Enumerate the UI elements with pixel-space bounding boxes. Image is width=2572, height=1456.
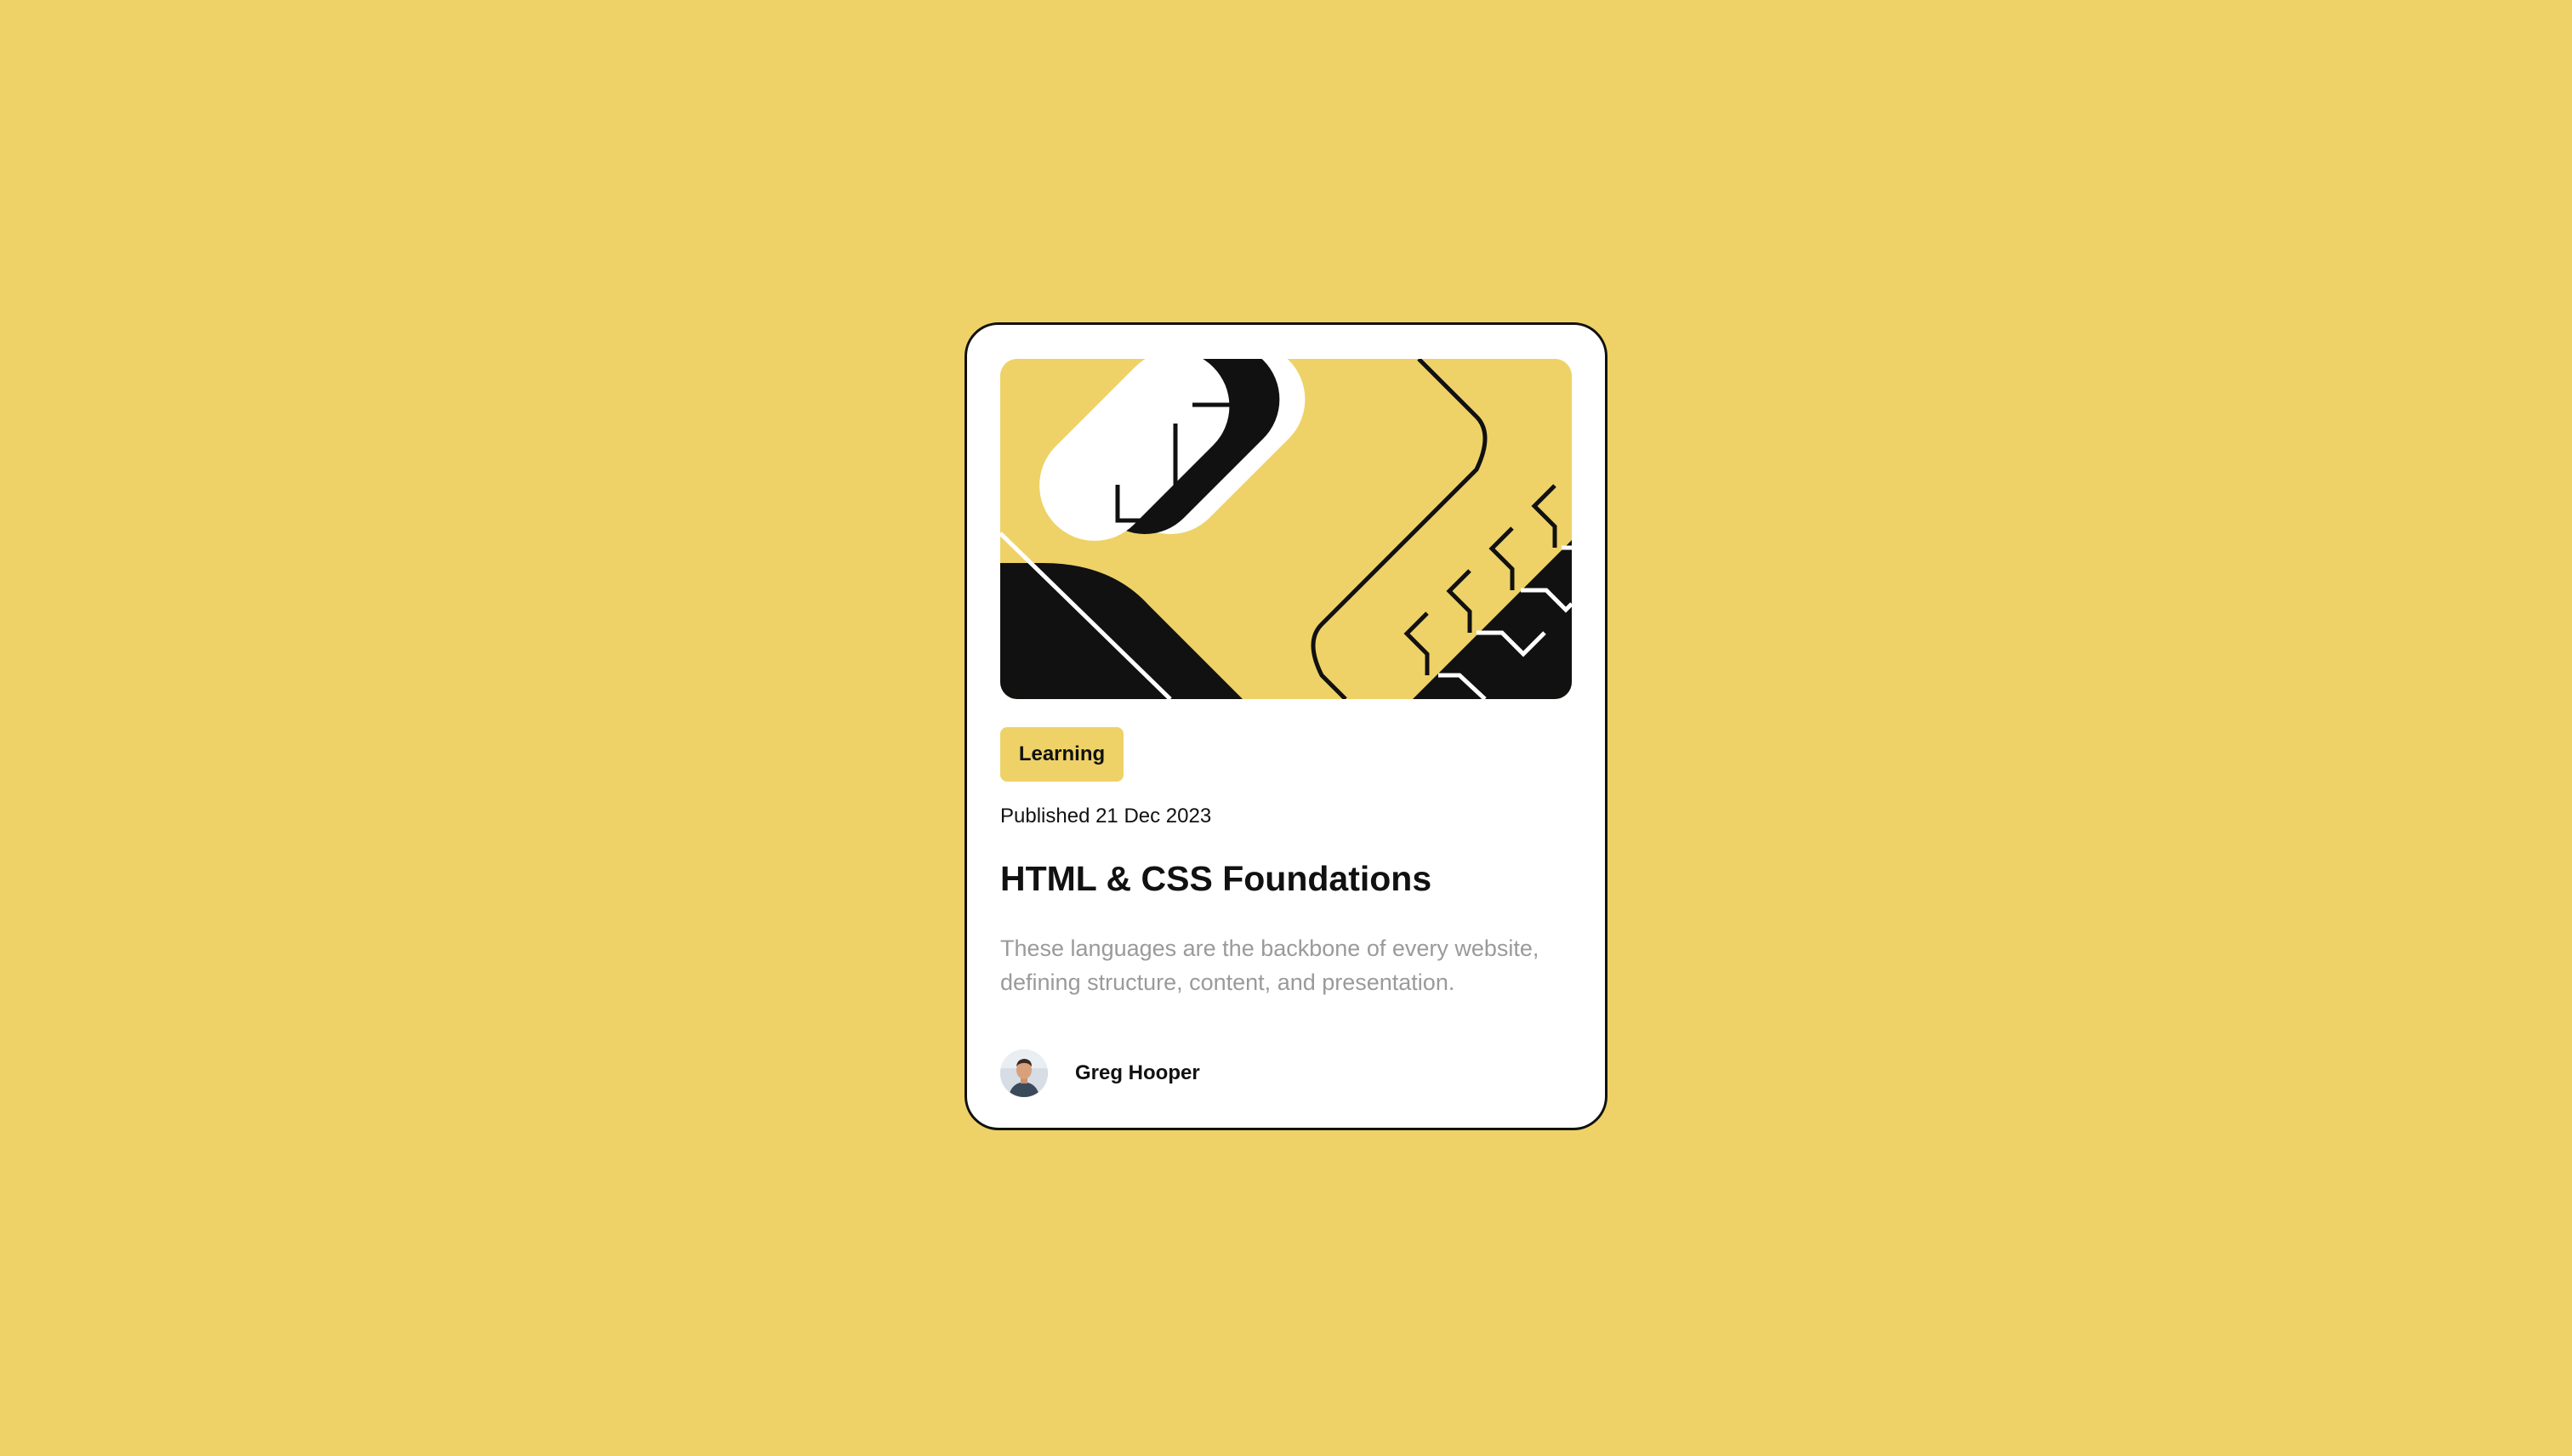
avatar: [1000, 1049, 1048, 1097]
author-name: Greg Hooper: [1075, 1061, 1200, 1084]
card-title[interactable]: HTML & CSS Foundations: [1000, 858, 1431, 900]
blog-preview-card: Learning Published 21 Dec 2023 HTML & CS…: [964, 322, 1608, 1130]
abstract-illustration: [1000, 359, 1572, 699]
card-description: These languages are the backbone of ever…: [1000, 936, 1539, 995]
avatar-photo-icon: [1000, 1049, 1048, 1097]
hero-illustration: [1000, 359, 1572, 699]
author: Greg Hooper: [1000, 1049, 1200, 1097]
category-tag: Learning: [1000, 727, 1124, 782]
published-date: Published 21 Dec 2023: [1000, 805, 1212, 828]
